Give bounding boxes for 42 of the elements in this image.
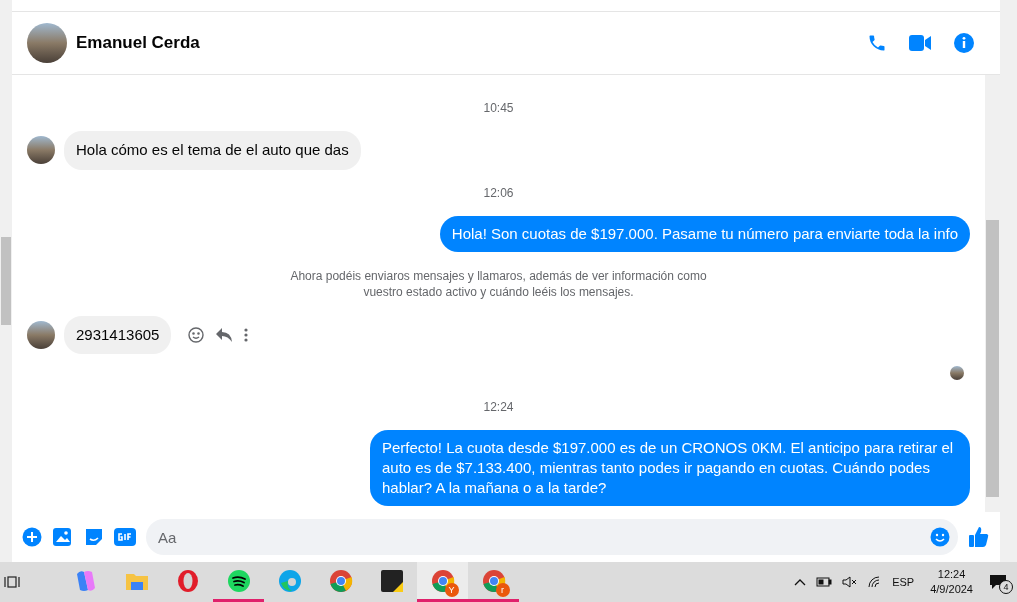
emoji-icon[interactable] [930, 527, 950, 547]
avatar [27, 23, 67, 63]
battery-icon[interactable] [816, 577, 833, 587]
sticky-note-icon [380, 569, 403, 592]
message-input[interactable]: Aa [146, 519, 958, 555]
notification-count: 4 [999, 580, 1013, 594]
plus-icon[interactable] [22, 527, 42, 547]
muted-speaker-icon[interactable] [842, 576, 859, 588]
avatar [27, 136, 55, 165]
image-icon[interactable] [52, 527, 74, 547]
outgoing-message: Perfecto! La cuota desde $197.000 es de un CRONOS 0KM. El anticipo para retirar el auto es de $7.133.400, mientras tanto podes ir pagando en cuotas. Cuándo podes hablar? A la mañana o a la tarde? [370, 430, 970, 506]
phone-icon[interactable] [867, 33, 887, 53]
reply-icon[interactable] [216, 327, 233, 342]
incoming-message: 2931413605 [64, 315, 172, 354]
contact-name: Emanuel Cerda [76, 32, 200, 55]
browser-icon [481, 568, 506, 593]
chevron-up-icon[interactable] [794, 578, 807, 586]
notice-text: Ahora podéis enviaros mensajes y llamaros, además de ver información como vuestro estado activo y cuándo leéis los mensajes. [289, 267, 708, 300]
video-camera-icon[interactable] [909, 34, 931, 52]
taskbar-app[interactable]: Y [417, 562, 468, 602]
gif-icon[interactable] [114, 528, 136, 546]
emoji-icon[interactable] [188, 326, 205, 343]
browser-icon [430, 568, 455, 593]
timestamp: 12:24 [483, 399, 514, 416]
clock[interactable]: 12:24 4/9/2024 [924, 567, 979, 597]
opera-icon [176, 568, 199, 593]
scrollbar-thumb[interactable] [1, 237, 11, 325]
taskbar-app[interactable]: r [468, 562, 519, 602]
thumbs-up-icon[interactable] [968, 526, 990, 548]
avatar [950, 366, 964, 380]
incoming-message: Hola cómo es el tema de el auto que das [64, 131, 361, 170]
timestamp: 12:06 [483, 184, 514, 202]
browser-icon [328, 568, 353, 593]
sticker-icon[interactable] [84, 527, 104, 547]
avatar [27, 320, 55, 349]
more-icon[interactable] [244, 327, 249, 342]
timestamp: 10:45 [483, 100, 514, 117]
language-indicator[interactable]: ESP [892, 573, 915, 591]
outgoing-message: Hola! Son cuotas de $197.000. Pasame tu número para enviarte toda la info [439, 215, 970, 252]
spotify-icon [226, 568, 251, 593]
task-view-icon[interactable] [4, 574, 20, 590]
info-icon[interactable] [953, 32, 975, 54]
